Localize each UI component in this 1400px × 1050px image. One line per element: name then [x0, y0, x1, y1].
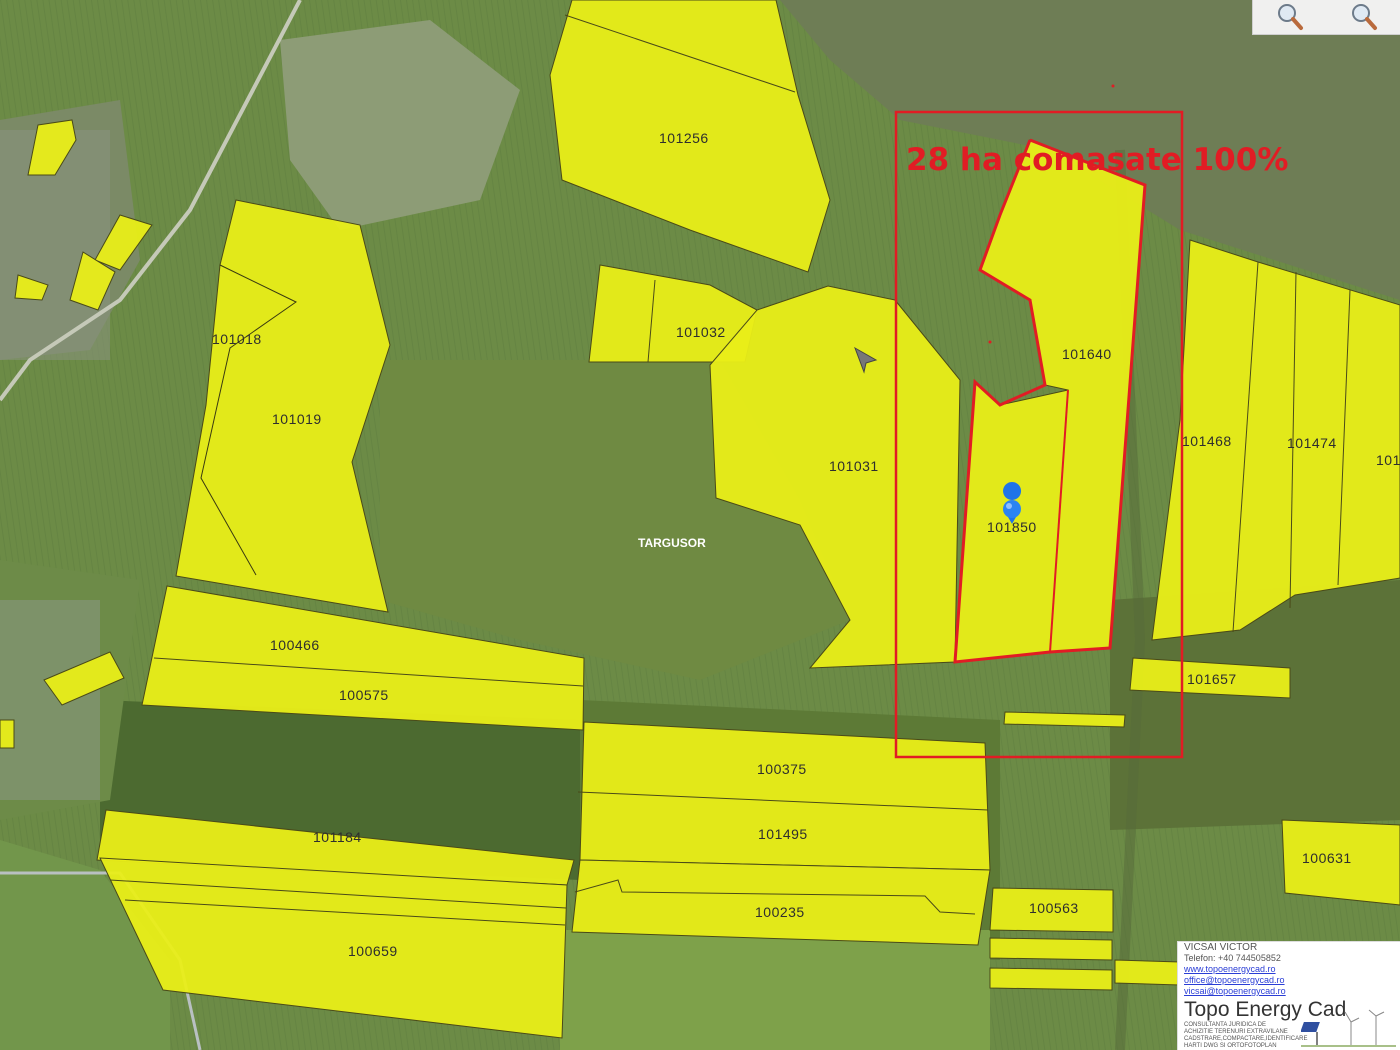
parcel-small-strip[interactable] — [989, 967, 1113, 991]
parcel-label: 101256 — [659, 130, 709, 146]
parcel-strip[interactable] — [1003, 711, 1126, 728]
parcel-label: 101 — [1376, 452, 1400, 468]
parcel-small-strip[interactable] — [1114, 959, 1181, 986]
area-annotation: 28 ha comasate 100% — [906, 142, 1288, 178]
parcel-label: 100659 — [348, 943, 398, 959]
parcel-label: 100235 — [755, 904, 805, 920]
office-email-link[interactable]: office@topoenergycad.ro — [1184, 975, 1394, 986]
parcel-label: 101468 — [1182, 433, 1232, 449]
zoom-in-button[interactable] — [1270, 2, 1310, 32]
magnifier-plus-icon — [1278, 4, 1303, 30]
locality-label: TARGUSOR — [638, 536, 706, 550]
parcel-small-strip[interactable] — [989, 937, 1113, 961]
parcel-label: 100575 — [339, 687, 389, 703]
parcel-label: 100563 — [1029, 900, 1079, 916]
zoom-out-button[interactable] — [1344, 2, 1384, 32]
website-link[interactable]: www.topoenergycad.ro — [1184, 964, 1394, 975]
wind-solar-logo-icon — [1301, 1009, 1396, 1047]
personal-email-link[interactable]: vicsai@topoenergycad.ro — [1184, 986, 1394, 997]
parcel-label: 101184 — [313, 829, 362, 845]
parcel-label: 100375 — [757, 761, 807, 777]
contact-card: VICSAI VICTOR Telefon: +40 744505852 www… — [1177, 941, 1400, 1050]
parcel-100235[interactable] — [571, 859, 991, 946]
parcel-label: 101495 — [758, 826, 808, 842]
parcel-label: 101019 — [272, 411, 322, 427]
map-canvas[interactable]: 101256 101018 101019 101032 101031 10164… — [0, 0, 1400, 1050]
zoom-controls — [1252, 0, 1400, 35]
contact-phone: Telefon: +40 744505852 — [1184, 953, 1281, 963]
parcel-edge[interactable] — [0, 719, 15, 749]
parcel-label: 101032 — [676, 324, 726, 340]
contact-name: VICSAI VICTOR — [1184, 942, 1258, 953]
parcel-100375[interactable] — [579, 721, 991, 871]
parcel-label: 101031 — [829, 458, 879, 474]
parcel-label: 101018 — [212, 331, 262, 347]
parcel-label: 100631 — [1302, 850, 1352, 866]
parcel-label: 100466 — [270, 637, 320, 653]
parcel-label: 101640 — [1062, 346, 1112, 362]
parcel-label: 101474 — [1287, 435, 1337, 451]
magnifier-minus-icon — [1352, 4, 1377, 30]
parcel-label: 101657 — [1187, 671, 1237, 687]
